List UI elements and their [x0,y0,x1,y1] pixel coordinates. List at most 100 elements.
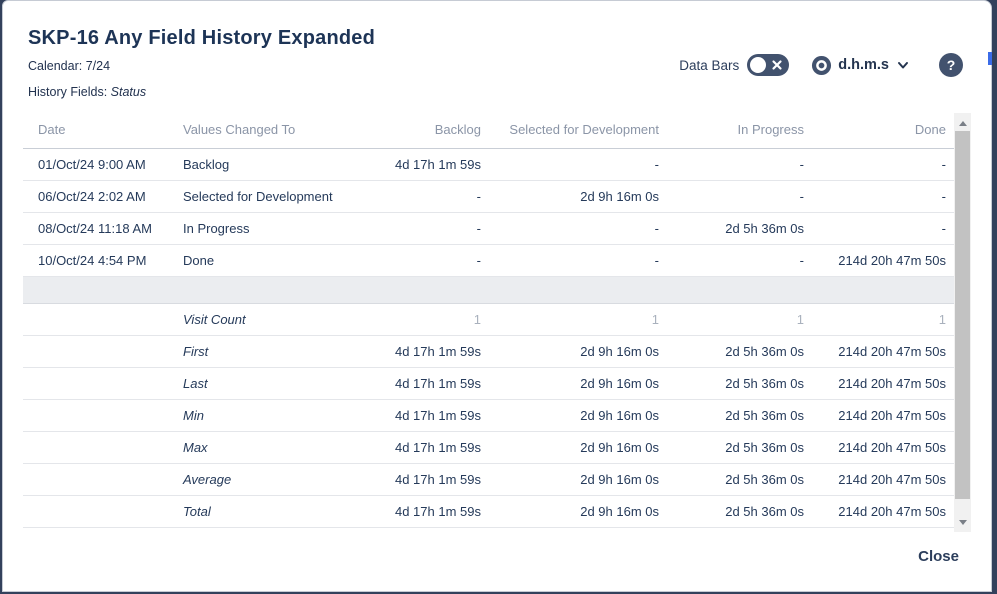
summary-label: Total [183,495,348,527]
cell-in-progress: 2d 5h 36m 0s [669,399,814,431]
table-row: 01/Oct/24 9:00 AM Backlog 4d 17h 1m 59s … [23,148,956,180]
cell-date: 08/Oct/24 11:18 AM [23,212,183,244]
cell-backlog: 4d 17h 1m 59s [348,495,491,527]
cell-value: In Progress [183,212,348,244]
cell-selected: 2d 9h 16m 0s [491,180,669,212]
cell-backlog: 1 [348,303,491,335]
calendar-info: Calendar: 7/24 [28,59,110,73]
cell-selected: 2d 9h 16m 0s [491,431,669,463]
table-row: 10/Oct/24 4:54 PM Done - - - 214d 20h 47… [23,244,956,276]
help-button[interactable]: ? [939,53,963,77]
cell-in-progress: 2d 5h 36m 0s [669,212,814,244]
cell-in-progress: - [669,148,814,180]
dialog-title: SKP-16 Any Field History Expanded [28,27,375,50]
cell-done: - [814,180,956,212]
field-history-table: Date Values Changed To Backlog Selected … [23,115,956,528]
summary-row: Max 4d 17h 1m 59s 2d 9h 16m 0s 2d 5h 36m… [23,431,956,463]
time-format-dropdown[interactable]: d.h.m.s [811,55,909,76]
scrollbar-up-button[interactable] [954,113,971,133]
cell-backlog: - [348,212,491,244]
summary-row: Average 4d 17h 1m 59s 2d 9h 16m 0s 2d 5h… [23,463,956,495]
triangle-down-icon [959,520,967,525]
cell-date: 01/Oct/24 9:00 AM [23,148,183,180]
cell-value: Done [183,244,348,276]
separator-band [23,276,956,303]
cell-in-progress: - [669,180,814,212]
time-format-value: d.h.m.s [838,57,889,73]
cell-value: Selected for Development [183,180,348,212]
summary-label: Min [183,399,348,431]
summary-label: Last [183,367,348,399]
cell-done: 1 [814,303,956,335]
scrollbar-down-button[interactable] [954,512,971,532]
record-icon [811,55,832,76]
column-header-date: Date [23,115,183,148]
history-fields-info: History Fields: Status [28,85,146,99]
cell-backlog: 4d 17h 1m 59s [348,399,491,431]
summary-label: First [183,335,348,367]
cell-in-progress: 2d 5h 36m 0s [669,367,814,399]
question-mark-icon: ? [947,57,956,73]
cell-selected: 2d 9h 16m 0s [491,335,669,367]
cell-value: Backlog [183,148,348,180]
cell-selected: 2d 9h 16m 0s [491,367,669,399]
history-expanded-dialog: SKP-16 Any Field History Expanded Calend… [2,0,992,592]
cell-backlog: 4d 17h 1m 59s [348,367,491,399]
cell-in-progress: - [669,244,814,276]
column-header-in-progress: In Progress [669,115,814,148]
close-button[interactable]: Close [918,548,959,565]
summary-row: First 4d 17h 1m 59s 2d 9h 16m 0s 2d 5h 3… [23,335,956,367]
cell-done: 214d 20h 47m 50s [814,495,956,527]
cell-in-progress: 2d 5h 36m 0s [669,431,814,463]
cell-in-progress: 2d 5h 36m 0s [669,463,814,495]
summary-label: Max [183,431,348,463]
data-bars-label: Data Bars [679,58,739,73]
focus-marker [988,52,992,65]
cell-in-progress: 2d 5h 36m 0s [669,495,814,527]
cell-done: 214d 20h 47m 50s [814,367,956,399]
scrollbar-thumb[interactable] [955,131,970,499]
summary-row: Total 4d 17h 1m 59s 2d 9h 16m 0s 2d 5h 3… [23,495,956,527]
data-bars-toggle[interactable] [747,54,789,76]
cell-in-progress: 1 [669,303,814,335]
column-header-selected-for-development: Selected for Development [491,115,669,148]
table-scrollbar[interactable] [954,113,971,532]
cell-done: 214d 20h 47m 50s [814,244,956,276]
cell-backlog: 4d 17h 1m 59s [348,335,491,367]
summary-row: Min 4d 17h 1m 59s 2d 9h 16m 0s 2d 5h 36m… [23,399,956,431]
header-controls: Data Bars d.h.m.s ? [679,53,963,77]
cell-selected: 2d 9h 16m 0s [491,463,669,495]
history-fields-label: History Fields: [28,85,107,99]
history-fields-value: Status [111,85,146,99]
cell-done: 214d 20h 47m 50s [814,399,956,431]
summary-row: Last 4d 17h 1m 59s 2d 9h 16m 0s 2d 5h 36… [23,367,956,399]
table-row: 06/Oct/24 2:02 AM Selected for Developme… [23,180,956,212]
cell-backlog: 4d 17h 1m 59s [348,431,491,463]
chevron-down-icon [897,59,909,71]
cell-selected: 2d 9h 16m 0s [491,399,669,431]
table-header-row: Date Values Changed To Backlog Selected … [23,115,956,148]
column-header-backlog: Backlog [348,115,491,148]
calendar-value: 7/24 [86,59,110,73]
column-header-done: Done [814,115,956,148]
triangle-up-icon [959,121,967,126]
calendar-label: Calendar: [28,59,82,73]
cell-backlog: 4d 17h 1m 59s [348,148,491,180]
cell-done: - [814,212,956,244]
cell-backlog: 4d 17h 1m 59s [348,463,491,495]
cell-done: 214d 20h 47m 50s [814,335,956,367]
cell-backlog: - [348,244,491,276]
column-header-values-changed-to: Values Changed To [183,115,348,148]
table-row: 08/Oct/24 11:18 AM In Progress - - 2d 5h… [23,212,956,244]
summary-label: Visit Count [183,303,348,335]
cell-in-progress: 2d 5h 36m 0s [669,335,814,367]
cell-backlog: - [348,180,491,212]
cell-done: 214d 20h 47m 50s [814,431,956,463]
toggle-knob [750,57,766,73]
summary-row: Visit Count 1 1 1 1 [23,303,956,335]
cell-selected: - [491,148,669,180]
cell-selected: - [491,244,669,276]
cell-done: 214d 20h 47m 50s [814,463,956,495]
cell-selected: - [491,212,669,244]
toggle-off-icon [771,59,783,71]
